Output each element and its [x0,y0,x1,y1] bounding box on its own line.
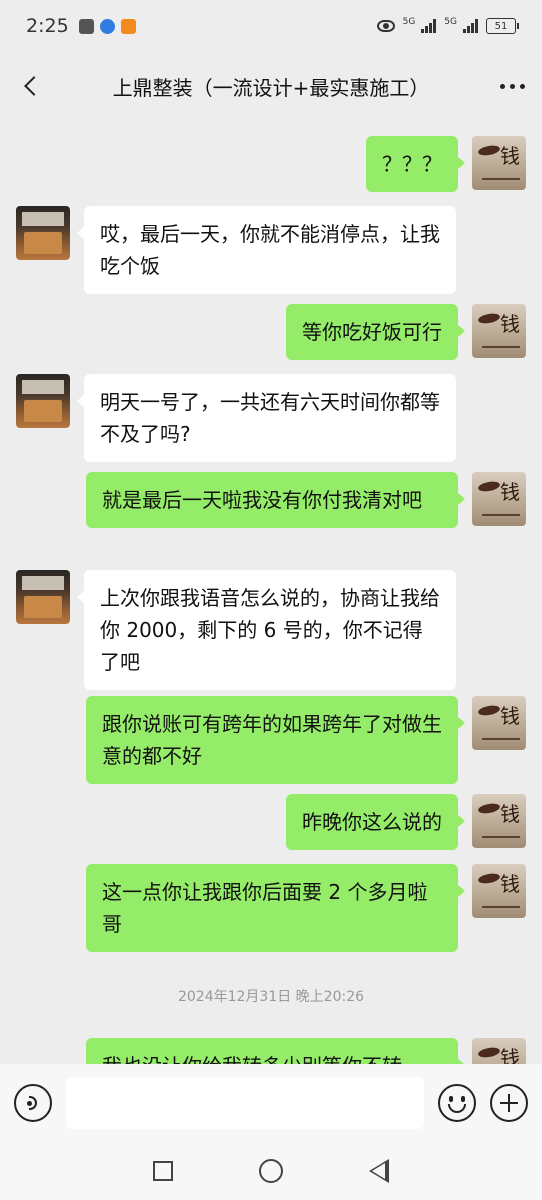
message-bubble[interactable]: 跟你说账可有跨年的如果跨年了对做生意的都不好 [86,696,465,784]
message-bubble[interactable]: 哎，最后一天，你就不能消停点，让我吃个饭 [77,206,456,294]
emoji-button[interactable] [438,1084,476,1122]
status-indicators: 5G 5G 51 [376,17,519,34]
more-dots-icon [499,83,505,89]
more-button[interactable] [482,52,542,120]
browser-app-icon [99,18,115,34]
chevron-left-icon [24,76,44,96]
my-avatar[interactable]: 钱 [472,304,526,358]
message-row: 明天一号了，一共还有六天时间你都等不及了吗? [16,374,456,462]
message-input[interactable] [66,1077,424,1129]
signal-icon-2 [463,19,478,33]
video-app-icon [120,18,136,34]
back-button[interactable] [0,52,60,120]
recent-apps-button[interactable] [153,1161,173,1181]
message-list[interactable]: 钱 ？？？ 哎，最后一天，你就不能消停点，让我吃个饭 钱 等你吃好饭可行 明天一… [0,120,542,1064]
message-bubble[interactable]: ？？？ [366,136,465,192]
network-type-2: 5G [444,17,457,27]
status-app-icons [78,18,136,34]
signal-icon [421,19,437,33]
message-row: 钱 等你吃好饭可行 [286,304,526,360]
system-nav-bar [0,1142,542,1200]
contact-avatar[interactable] [16,206,70,260]
contact-avatar[interactable] [16,570,70,624]
more-functions-button[interactable] [490,1084,528,1122]
message-bubble[interactable]: 就是最后一天啦我没有你付我清对吧 [86,472,465,528]
my-avatar[interactable]: 钱 [472,1038,526,1064]
message-row: 钱 这一点你让我跟你后面要 2 个多月啦哥 [86,864,526,952]
voice-icon [27,1101,32,1106]
message-bubble[interactable]: 等你吃好饭可行 [286,304,465,360]
message-row: 上次你跟我语音怎么说的，协商让我给你 2000，剩下的 6 号的，你不记得了吧 [16,570,456,690]
chat-header: 上鼎整装（一流设计+最实惠施工） [0,52,542,120]
my-avatar[interactable]: 钱 [472,696,526,750]
my-avatar[interactable]: 钱 [472,136,526,190]
my-avatar[interactable]: 钱 [472,864,526,918]
my-avatar[interactable]: 钱 [472,794,526,848]
input-bar [0,1064,542,1142]
my-avatar[interactable]: 钱 [472,472,526,526]
status-bar: 2:25 5G 5G 51 [0,0,542,52]
network-type-1: 5G [402,17,416,27]
chat-title: 上鼎整装（一流设计+最实惠施工） [112,75,430,100]
emoji-icon [449,1096,465,1102]
message-timestamp: 2024年12月31日 晚上20:26 [177,989,365,1005]
message-row: 钱 ？？？ [366,136,526,192]
voice-button[interactable] [14,1084,52,1122]
home-button[interactable] [259,1159,283,1183]
message-row: 钱 跟你说账可有跨年的如果跨年了对做生意的都不好 [86,696,526,784]
message-row: 钱 就是最后一天啦我没有你付我清对吧 [86,472,526,528]
contact-avatar[interactable] [16,374,70,428]
battery-icon: 51 [486,18,519,34]
message-bubble[interactable]: 我也没让你给我转多少别等你不转 [86,1038,465,1064]
status-time: 2:25 [26,15,69,37]
message-bubble[interactable]: 上次你跟我语音怎么说的，协商让我给你 2000，剩下的 6 号的，你不记得了吧 [77,570,456,690]
notification-app-icon [78,18,94,34]
nav-back-button[interactable] [369,1159,389,1183]
message-bubble[interactable]: 昨晚你这么说的 [286,794,465,850]
message-bubble[interactable]: 这一点你让我跟你后面要 2 个多月啦哥 [86,864,465,952]
eye-comfort-icon [376,20,395,32]
message-row: 钱 我也没让你给我转多少别等你不转 [86,1038,526,1064]
message-row: 钱 昨晚你这么说的 [286,794,526,850]
message-row: 哎，最后一天，你就不能消停点，让我吃个饭 [16,206,456,294]
message-bubble[interactable]: 明天一号了，一共还有六天时间你都等不及了吗? [77,374,456,462]
